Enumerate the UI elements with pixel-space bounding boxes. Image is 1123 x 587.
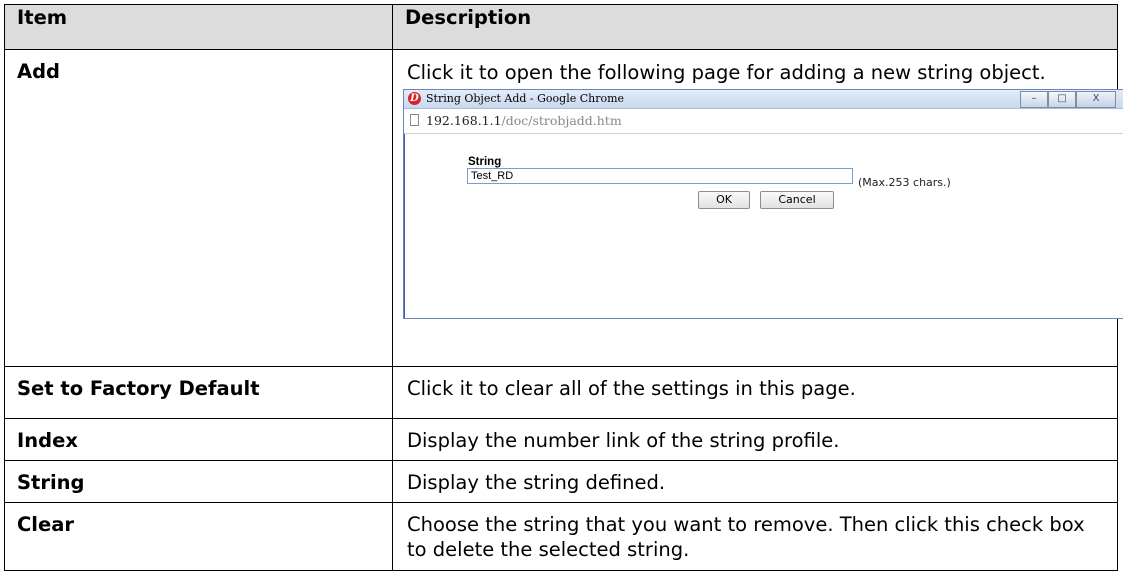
header-item: Item xyxy=(4,4,393,50)
row-description-text: Click it to open the following page for … xyxy=(407,61,1046,84)
string-input[interactable]: Test_RD xyxy=(467,168,853,184)
close-button[interactable]: X xyxy=(1076,91,1116,108)
row-item-clear: Clear xyxy=(4,502,393,571)
description-table: Item Description Add Click it to open th… xyxy=(4,4,1123,571)
page-icon xyxy=(410,114,419,126)
row-item-string: String xyxy=(4,460,393,503)
window-title: String Object Add - Google Chrome xyxy=(426,92,625,105)
row-description-index: Display the number link of the string pr… xyxy=(392,418,1118,461)
row-item-add: Add xyxy=(4,49,393,367)
table-header-row: Item Description xyxy=(4,4,1118,50)
url-path: /doc/strobjadd.htm xyxy=(501,113,622,128)
ok-button[interactable]: OK xyxy=(698,191,750,209)
window-controls: – □ X xyxy=(1020,91,1116,108)
url-text[interactable]: 192.168.1.1/doc/strobjadd.htm xyxy=(426,113,622,129)
string-object-add-window: D String Object Add - Google Chrome – □ … xyxy=(403,89,1123,319)
address-bar[interactable]: 192.168.1.1/doc/strobjadd.htm xyxy=(404,109,1123,134)
table-row: String Display the string defined. xyxy=(4,460,1118,503)
url-host: 192.168.1.1 xyxy=(426,113,502,128)
table-row: Index Display the number link of the str… xyxy=(4,418,1118,461)
row-item-set-to-factory-default: Set to Factory Default xyxy=(4,366,393,419)
row-item-index: Index xyxy=(4,418,393,461)
app-logo-icon: D xyxy=(408,92,421,105)
cancel-button[interactable]: Cancel xyxy=(760,191,834,209)
header-description: Description xyxy=(392,4,1118,50)
window-titlebar: D String Object Add - Google Chrome – □ … xyxy=(404,90,1123,109)
row-description-string: Display the string defined. xyxy=(392,460,1118,503)
maximize-button[interactable]: □ xyxy=(1048,91,1076,108)
row-description-set-to-factory-default: Click it to clear all of the settings in… xyxy=(392,366,1118,419)
minimize-button[interactable]: – xyxy=(1020,91,1048,108)
window-content: String Test_RD (Max.253 chars.) OK Cance… xyxy=(404,134,1123,318)
string-max-hint: (Max.253 chars.) xyxy=(858,176,951,189)
table-row: Add Click it to open the following page … xyxy=(4,49,1123,367)
table-row: Set to Factory Default Click it to clear… xyxy=(4,366,1118,419)
row-description-add: Click it to open the following page for … xyxy=(392,49,1123,367)
row-description-clear: Choose the string that you want to remov… xyxy=(392,502,1118,571)
table-row: Clear Choose the string that you want to… xyxy=(4,502,1118,571)
